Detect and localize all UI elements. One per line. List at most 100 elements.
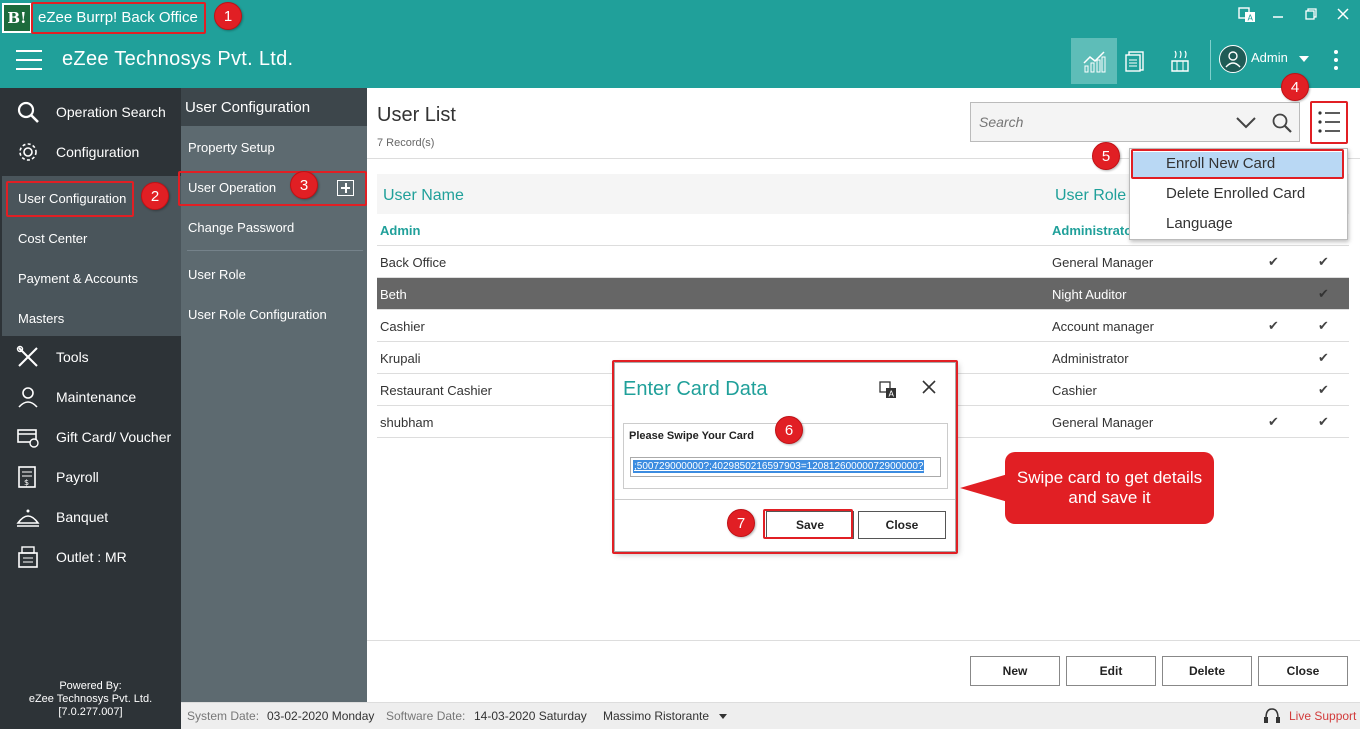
sidebar-item-banquet[interactable]: Banquet xyxy=(0,497,181,537)
gear-icon xyxy=(19,143,37,161)
banquet-icon xyxy=(16,509,40,527)
user-role-cell: Account manager xyxy=(1052,319,1154,334)
sidebar-item-tools[interactable]: Tools xyxy=(0,337,181,377)
app-header: eZee Technosys Pvt. Ltd. Admin xyxy=(0,36,1360,88)
property-selector[interactable]: Massimo Ristorante xyxy=(603,709,709,723)
menu-item-delete-enrolled-card[interactable]: Delete Enrolled Card xyxy=(1166,185,1305,202)
headset-icon[interactable] xyxy=(1263,706,1281,726)
user-name-cell: Restaurant Cashier xyxy=(380,383,492,398)
delete-button[interactable]: Delete xyxy=(1162,656,1252,686)
software-date-label: Software Date: xyxy=(386,709,466,723)
user-role-cell: Cashier xyxy=(1052,383,1097,398)
check-icon: ✔ xyxy=(1318,382,1329,397)
translate-icon[interactable]: A xyxy=(1235,6,1259,28)
chevron-down-icon[interactable] xyxy=(1235,113,1257,131)
table-row-selected[interactable]: Beth Night Auditor ✔ xyxy=(377,278,1349,310)
close-window-icon[interactable] xyxy=(1331,6,1355,28)
svg-text:$: $ xyxy=(24,478,29,487)
sidebar-sub-payment-accounts[interactable]: Payment & Accounts xyxy=(18,271,138,286)
subnav-item-change-password[interactable]: Change Password xyxy=(188,220,294,235)
user-name: Admin xyxy=(1251,50,1288,65)
new-button[interactable]: New xyxy=(970,656,1060,686)
user-role-cell: Administrator xyxy=(1052,223,1138,238)
callout-pointer xyxy=(960,474,1008,502)
highlight-box xyxy=(178,171,367,206)
sidebar-item-operation-search[interactable]: Operation Search xyxy=(0,92,181,132)
sidebar-item-label: Tools xyxy=(56,349,89,365)
edit-button[interactable]: Edit xyxy=(1066,656,1156,686)
page-title: User List xyxy=(377,104,456,126)
powered-by-label: Powered By: xyxy=(59,680,122,692)
step-badge: 2 xyxy=(141,182,169,210)
user-name-cell: Cashier xyxy=(380,319,425,334)
outlet-icon xyxy=(18,546,38,568)
divider xyxy=(187,250,363,251)
search-icon[interactable] xyxy=(1271,112,1293,134)
sidebar-item-outlet[interactable]: Outlet : MR xyxy=(0,537,181,577)
user-name-cell: Krupali xyxy=(380,351,421,366)
highlight-box xyxy=(6,181,134,217)
subnav-item-user-role-configuration[interactable]: User Role Configuration xyxy=(188,307,327,322)
user-name-cell: Beth xyxy=(380,287,407,302)
highlight-box xyxy=(31,2,206,34)
column-header-user-role[interactable]: User Role xyxy=(1055,187,1126,205)
user-menu[interactable]: Admin xyxy=(1210,40,1309,80)
company-name: eZee Technosys Pvt. Ltd. xyxy=(62,48,294,70)
record-count: 7 Record(s) xyxy=(377,137,435,149)
restore-icon[interactable] xyxy=(1299,6,1323,28)
close-button[interactable]: Close xyxy=(1258,656,1348,686)
column-header-user-name[interactable]: User Name xyxy=(383,187,464,205)
svg-text:A: A xyxy=(1248,14,1254,23)
highlight-box xyxy=(763,509,853,539)
user-role-cell: Night Auditor xyxy=(1052,287,1127,302)
subnav-item-user-role[interactable]: User Role xyxy=(188,267,246,282)
search-input[interactable] xyxy=(979,111,1219,133)
sidebar-item-payroll[interactable]: $ Payroll xyxy=(0,457,181,497)
user-name-cell: shubham xyxy=(380,415,434,430)
check-icon: ✔ xyxy=(1318,254,1329,269)
version-label: [7.0.277.007] xyxy=(58,706,123,718)
system-date: 03-02-2020 Monday xyxy=(267,709,375,723)
powered-company: eZee Technosys Pvt. Ltd. xyxy=(28,693,153,705)
gift-card-icon xyxy=(17,429,39,448)
check-icon: ✔ xyxy=(1318,318,1329,333)
menu-toggle-icon[interactable] xyxy=(16,50,42,70)
reports-icon[interactable] xyxy=(1113,38,1159,84)
check-icon: ✔ xyxy=(1268,318,1279,333)
step-badge: 5 xyxy=(1092,142,1120,170)
user-role-cell: General Manager xyxy=(1052,415,1154,430)
menu-item-language[interactable]: Language xyxy=(1166,215,1233,232)
sidebar-item-maintenance[interactable]: Maintenance xyxy=(0,377,181,417)
check-icon: ✔ xyxy=(1268,254,1279,269)
analytics-icon[interactable] xyxy=(1071,38,1117,84)
payroll-icon: $ xyxy=(18,466,36,488)
kitchen-icon[interactable] xyxy=(1157,38,1203,84)
step-badge: 1 xyxy=(214,2,242,30)
search-box xyxy=(970,102,1300,142)
subnav-header: User Configuration xyxy=(181,88,367,126)
chevron-down-icon[interactable] xyxy=(719,714,727,720)
table-row[interactable]: Back Office General Manager ✔ ✔ xyxy=(377,246,1349,278)
user-name-cell: Back Office xyxy=(380,255,447,270)
sidebar-item-label: Operation Search xyxy=(56,104,166,120)
system-date-label: System Date: xyxy=(187,709,260,723)
sidebar-item-label: Maintenance xyxy=(56,389,137,405)
subnav-title: User Configuration xyxy=(185,99,311,116)
sidebar-item-label: Gift Card/ Voucher xyxy=(56,429,172,445)
sidebar-item-gift-card[interactable]: Gift Card/ Voucher xyxy=(0,417,181,457)
live-support-link[interactable]: Live Support xyxy=(1289,709,1356,723)
sidebar-sub-masters[interactable]: Masters xyxy=(18,311,64,326)
check-icon: ✔ xyxy=(1318,350,1329,365)
more-options-icon[interactable] xyxy=(1334,50,1340,74)
sidebar-item-label: Payroll xyxy=(56,469,99,485)
sidebar-item-configuration[interactable]: Configuration xyxy=(0,132,181,172)
minimize-icon[interactable] xyxy=(1266,6,1290,28)
tools-icon xyxy=(16,345,38,367)
sidebar-item-label: Banquet xyxy=(56,509,109,525)
software-date: 14-03-2020 Saturday xyxy=(474,709,587,723)
subnav-item-property-setup[interactable]: Property Setup xyxy=(188,140,275,155)
user-role-cell: Administrator xyxy=(1052,351,1129,366)
check-icon: ✔ xyxy=(1268,414,1279,429)
table-row[interactable]: Cashier Account manager ✔ ✔ xyxy=(377,310,1349,342)
sidebar-sub-cost-center[interactable]: Cost Center xyxy=(18,231,87,246)
